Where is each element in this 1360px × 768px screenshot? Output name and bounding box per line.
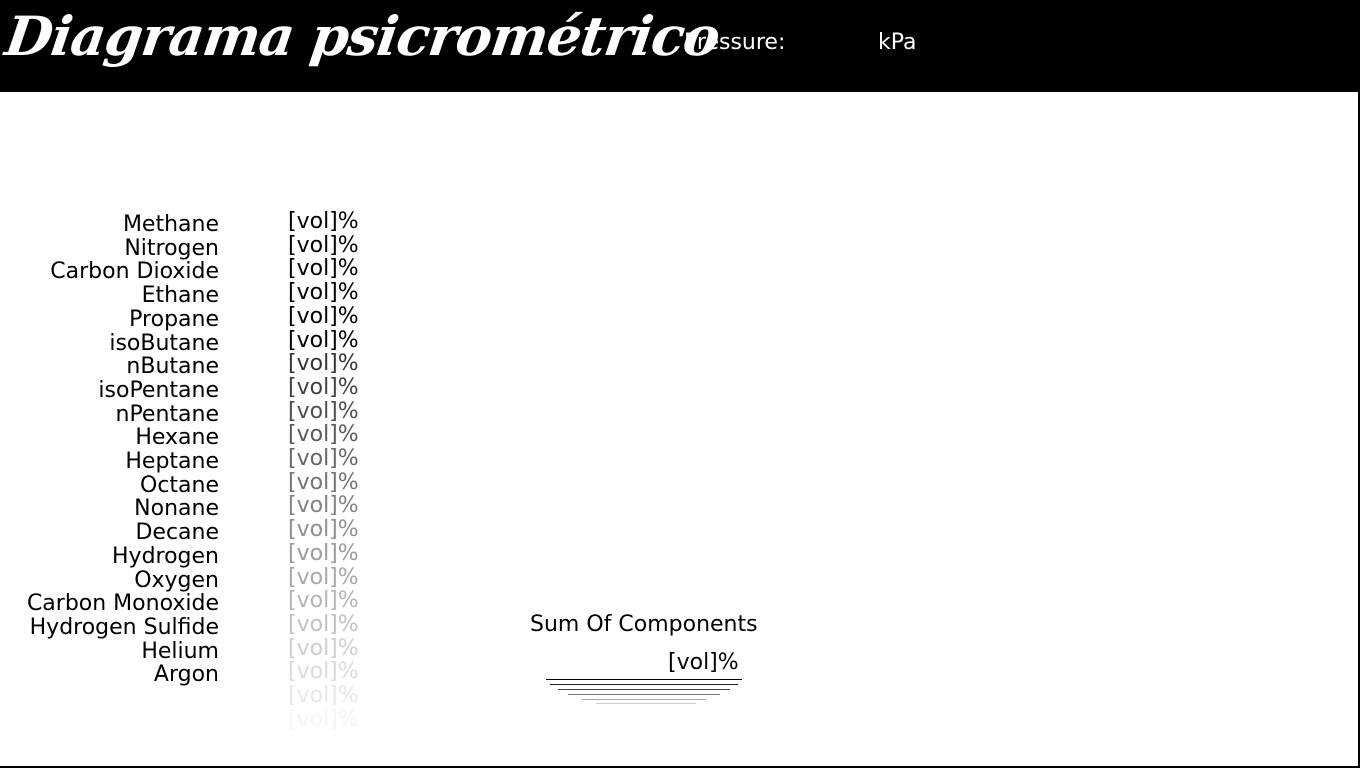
component-unit: [vol]% — [288, 446, 359, 471]
component-label: Decane — [135, 520, 219, 546]
app-title: Diagrama psicrométrico — [1, 4, 724, 68]
component-unit: [vol]% — [288, 635, 359, 661]
component-label: Ethane — [141, 283, 219, 309]
component-label: isoPentane — [98, 377, 219, 403]
component-label: Heptane — [125, 449, 219, 474]
sum-title: Sum Of Components — [530, 612, 758, 637]
component-label: Octane — [140, 472, 219, 498]
component-label: Hydrogen — [112, 543, 219, 569]
component-unit: [vol]% — [288, 706, 359, 732]
component-unit: [vol]% — [288, 209, 359, 234]
component-label: nButane — [126, 354, 219, 380]
component-unit: [vol]% — [288, 280, 359, 306]
component-label: Hydrogen Sulfide — [29, 614, 219, 640]
component-label: nPentane — [115, 401, 220, 427]
component-label: Methane — [122, 212, 219, 237]
component-label: Nitrogen — [124, 235, 219, 261]
component-label: Helium — [141, 638, 219, 664]
component-unit: [vol]% — [288, 422, 359, 448]
component-label: Nonane — [134, 496, 219, 522]
component-unit: [vol]% — [288, 232, 359, 258]
component-unit: [vol]% — [288, 611, 359, 637]
component-unit: [vol]% — [288, 398, 359, 424]
component-label: Oxygen — [134, 567, 219, 593]
component-unit: [vol]% — [288, 327, 359, 353]
component-unit: [vol]% — [288, 493, 359, 519]
component-unit: [vol]% — [288, 374, 359, 400]
component-unit: [vol]% — [288, 303, 359, 329]
component-label: Carbon Dioxide — [50, 259, 219, 285]
component-unit: [vol]% — [288, 588, 359, 614]
component-label: Carbon Monoxide — [26, 591, 219, 617]
component-label: Argon — [153, 662, 219, 688]
pressure-label: Pressure: — [684, 30, 786, 55]
component-unit: [vol]% — [288, 517, 359, 543]
component-unit: [vol]% — [288, 256, 359, 282]
component-unit: [vol]% — [288, 683, 359, 708]
component-label: Hexane — [135, 425, 219, 451]
component-label: Propane — [129, 306, 219, 332]
component-unit: [vol]% — [288, 659, 359, 685]
component-label: isoButane — [109, 330, 219, 356]
header-bar: Diagrama psicrométrico Pressure: kPa — [0, 0, 1360, 92]
component-unit: [vol]% — [288, 564, 359, 590]
component-unit: [vol]% — [288, 469, 359, 495]
component-unit: [vol]% — [288, 540, 359, 566]
sum-unit: [vol]% — [668, 650, 739, 675]
pressure-unit: kPa — [878, 30, 917, 55]
component-unit: [vol]% — [288, 351, 359, 377]
